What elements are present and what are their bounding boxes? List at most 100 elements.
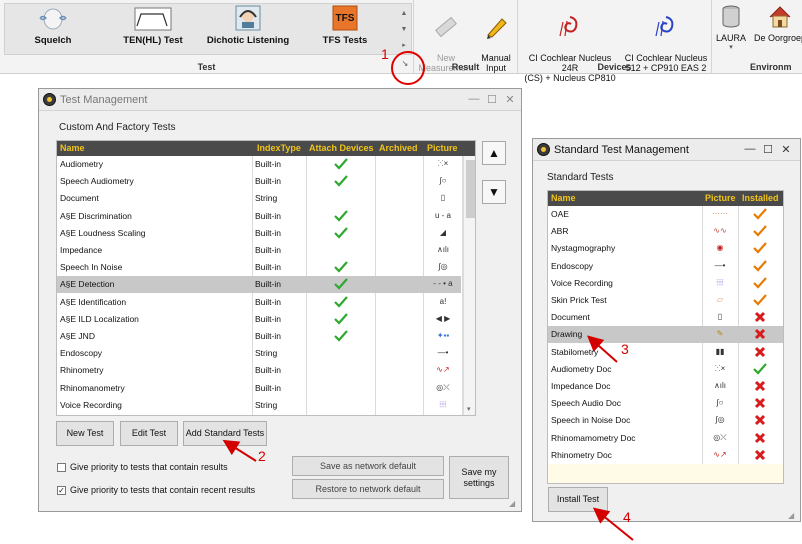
jnd-icon: ✦▪▪ (436, 331, 450, 340)
table-row[interactable]: Endoscopy —• (548, 258, 783, 275)
table-row[interactable]: A§E Discrimination Built-in u - a (57, 208, 461, 225)
col-name[interactable]: Name (551, 193, 576, 203)
ten-hl-test-button[interactable]: TEN(HL) Test (118, 4, 188, 46)
index-type: String (255, 348, 278, 359)
rhinometry-icon: ∿↗ (436, 365, 450, 375)
maximize-icon[interactable]: ☐ (485, 93, 499, 106)
endoscope-icon: —• (437, 348, 449, 358)
table-row[interactable]: Drawing ✎ (548, 326, 783, 344)
index-type: Built-in (255, 365, 281, 376)
save-my-settings-button[interactable]: Save my settings (449, 456, 509, 499)
table-row[interactable]: Voice Recording ⦙⦙⦙⦙ (548, 275, 783, 292)
table-row[interactable]: Skin Prick Test ▱ (548, 292, 783, 309)
edit-test-button[interactable]: Edit Test (120, 421, 178, 446)
table-row[interactable]: Speech Audiometry Built-in ∫○ (57, 173, 461, 190)
table-row[interactable]: ABR ∿∿ (548, 223, 783, 240)
maximize-icon[interactable]: ☐ (761, 143, 775, 156)
test-group: Squelch TEN(HL) Test Dichotic Listening … (0, 0, 414, 74)
speech-noise-icon: ∫◎ (715, 415, 725, 425)
priority-recent-checkbox[interactable]: ✓ (57, 486, 66, 495)
voice-icon: ⦙⦙⦙⦙ (439, 399, 447, 409)
table-row[interactable]: Speech in Noise Doc ∫◎ (548, 412, 783, 429)
audiometry-icon: ⵘ× (437, 159, 449, 168)
col-picture[interactable]: Picture (705, 193, 736, 203)
close-icon[interactable]: ✕ (503, 93, 517, 106)
col-picture[interactable]: Picture (427, 143, 458, 153)
annotation-3: 3 (621, 341, 629, 357)
table-row[interactable]: Speech Audio Doc ∫○ (548, 395, 783, 412)
priority-results-checkbox[interactable] (57, 463, 66, 472)
laura-button[interactable]: LAURA ▾ (714, 4, 748, 51)
gallery-scroll[interactable]: ▲ ▼ ▸ (399, 6, 409, 54)
tests-table-header: Name IndexType Attach Devices Archived P… (57, 141, 475, 156)
index-type: Built-in (255, 279, 281, 290)
table-row[interactable]: Impedance Doc ∧ılı (548, 378, 783, 395)
section-label: Standard Tests (547, 172, 614, 183)
table-row[interactable]: Endoscopy String —• (57, 345, 461, 362)
col-installed[interactable]: Installed (742, 193, 779, 203)
dichotic-listening-button[interactable]: Dichotic Listening (206, 4, 290, 46)
close-icon[interactable]: ✕ (779, 143, 793, 156)
check-icon (334, 295, 348, 308)
add-standard-tests-button[interactable]: Add Standard Tests (183, 421, 267, 446)
laura-dropdown-icon[interactable]: ▾ (714, 43, 748, 51)
speech-noise-icon: ∫◎ (438, 262, 448, 272)
standard-tests-table: Name Picture Installed OAE ⋯⋯ ABR ∿∿ Nystagm… (547, 190, 784, 484)
table-row[interactable]: Impedance Built-in ∧ılı (57, 242, 461, 259)
restore-network-default-button[interactable]: Restore to network default (292, 479, 444, 499)
de-oorgroep-button[interactable]: De Oorgroep (752, 4, 802, 43)
resize-grip-icon[interactable]: ◢ (788, 511, 794, 520)
col-indextype[interactable]: IndexType (257, 143, 301, 153)
table-row[interactable]: Nystagmography ◉ (548, 240, 783, 257)
speech-icon: ∫○ (439, 176, 447, 186)
col-attach-devices[interactable]: Attach Devices (309, 143, 374, 153)
table-row[interactable]: Rhinomamometry Doc ◎⤬ (548, 430, 783, 447)
move-down-button[interactable]: ▼ (482, 180, 506, 204)
x-icon (754, 329, 766, 340)
col-archived[interactable]: Archived (379, 143, 418, 153)
check-icon (334, 330, 348, 342)
result-group-label: Result (451, 62, 480, 72)
table-row[interactable]: A§E Loudness Scaling Built-in ◢ (57, 225, 461, 242)
rhinomanometry-icon: ◎⤬ (436, 382, 450, 392)
app-icon (43, 93, 56, 106)
squelch-icon (39, 8, 67, 30)
move-up-button[interactable]: ▲ (482, 141, 506, 165)
oae-icon: ⋯⋯ (712, 209, 728, 218)
ten-hl-icon (134, 7, 172, 31)
tfs-tests-button[interactable]: TFS TFS Tests (318, 4, 372, 46)
table-row[interactable]: Stabilometry ▮▮ (548, 344, 783, 361)
table-row[interactable]: Audiometry Built-in ⵘ× (57, 156, 461, 173)
new-test-button[interactable]: New Test (56, 421, 114, 446)
scroll-down-icon[interactable]: ▾ (467, 405, 471, 413)
x-icon (754, 380, 766, 392)
table-row[interactable]: A§E ILD Localization Built-in ◀ ▶ (57, 311, 461, 328)
resize-grip-icon[interactable]: ◢ (509, 499, 515, 508)
tests-table-scrollbar[interactable]: ▾ (463, 156, 475, 415)
install-test-button[interactable]: Install Test (548, 487, 608, 512)
minimize-icon[interactable]: — (467, 93, 481, 105)
scroll-thumb[interactable] (466, 160, 475, 218)
table-row[interactable]: Rhinometry Doc ∿↗ (548, 447, 783, 464)
col-name[interactable]: Name (60, 143, 85, 153)
table-row[interactable]: Document String ▯ (57, 190, 461, 207)
table-row[interactable]: A§E Detection Built-in - - • a (57, 276, 461, 294)
cochlear-blue-icon (655, 16, 674, 37)
speech-icon: ∫○ (716, 398, 724, 408)
result-group: New Measurement Manual Input Result (414, 0, 518, 74)
save-network-default-button[interactable]: Save as network default (292, 456, 444, 476)
table-row[interactable]: OAE ⋯⋯ (548, 206, 783, 223)
table-row[interactable]: Speech In Noise Built-in ∫◎ (57, 259, 461, 276)
table-row[interactable]: Audiometry Doc ⵘ× (548, 361, 783, 378)
table-row[interactable]: A§E JND Built-in ✦▪▪ (57, 328, 461, 345)
table-row[interactable]: A§E Identification Built-in a! (57, 294, 461, 311)
x-icon (754, 398, 766, 409)
minimize-icon[interactable]: — (743, 143, 757, 155)
table-row[interactable]: Voice Recording String ⦙⦙⦙⦙ (57, 397, 461, 414)
table-row[interactable]: Document ▯ (548, 309, 783, 326)
squelch-button[interactable]: Squelch (22, 4, 84, 46)
table-row[interactable]: Rhinometry Built-in ∿↗ (57, 362, 461, 379)
picture-text: - - • a (433, 279, 453, 289)
table-row[interactable]: Rhinomanometry Built-in ◎⤬ (57, 380, 461, 397)
picture-text: u - a (434, 210, 451, 220)
